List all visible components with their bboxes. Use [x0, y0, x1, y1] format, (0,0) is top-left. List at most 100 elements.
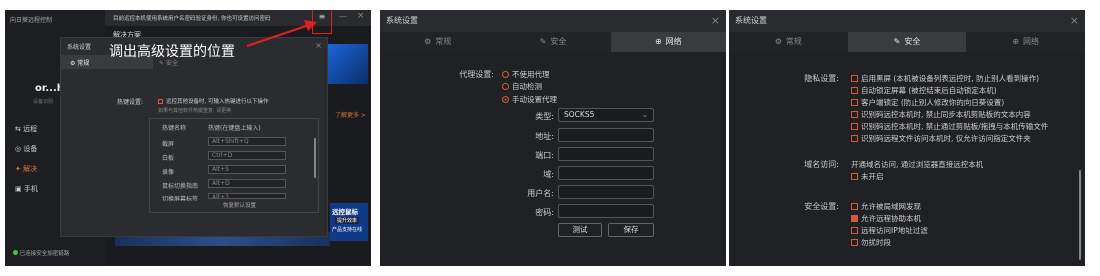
annotation-arrow [246, 20, 317, 48]
sidebar-item-remote[interactable]: ⇆ 远程 [15, 124, 37, 134]
tab-bar: ⚙ 常规 ✎ 安全 ⊕ 网络 [380, 32, 726, 52]
scrollbar[interactable] [314, 138, 316, 178]
hotkey-checkbox[interactable]: 远控其他设备时, 可输入热键进行以下操作 [158, 97, 269, 105]
checkbox-checked-icon [851, 215, 858, 222]
privacy-checkbox[interactable]: 识别码远程文件访问本机时, 仅允许访问指定文件夹 [851, 133, 1031, 144]
save-button[interactable]: 保存 [608, 223, 654, 237]
window-title: 系统设置 [386, 16, 418, 25]
shield-icon: ✎ [893, 37, 901, 46]
close-icon[interactable]: × [1070, 10, 1079, 32]
main-window-panel: 向日葵远程控制 or...hj 设备识别 ⇆ 远程 ◎ 设备 ✦ 解决 ▣ 手机… [5, 10, 371, 266]
hotkey-input[interactable]: Alt+Shift+Q [208, 137, 286, 146]
port-input[interactable] [558, 147, 654, 161]
security-settings-window: 系统设置 × ⚙ 常规 ✎ 安全 ⊕ 网络 隐私设置: 启用黑屏 (本机被设备列表远控时… [729, 10, 1085, 266]
privacy-checkbox[interactable]: 启用黑屏 (本机被设备列表远控时, 防止别人看到操作) [851, 73, 1039, 84]
domain-access-text: 开通域名访问, 通过浏览器直接远控本机 [851, 160, 984, 169]
privacy-checkbox[interactable]: 自动锁定屏幕 (被控结束后自动锁定本机) [851, 85, 997, 96]
sidebar-item-device[interactable]: ◎ 设备 [15, 144, 37, 154]
port-label: 端口: [535, 151, 554, 160]
privacy-label: 隐私设置: [804, 74, 839, 83]
tab-network[interactable]: ⊕ 网络 [966, 32, 1085, 52]
globe-icon: ⊕ [654, 37, 662, 46]
domain-input[interactable] [558, 166, 654, 180]
remote-icon: ⇆ [15, 125, 24, 133]
network-settings-window: 系统设置 × ⚙ 常规 ✎ 安全 ⊕ 网络 代理设置: 不使用代理 自动检测 手动设置代… [380, 10, 726, 266]
proxy-label: 代理设置: [459, 70, 494, 79]
checkbox-icon [851, 123, 858, 130]
solution-icon: ✦ [15, 165, 24, 173]
hotkey-name: 截屏 [162, 141, 175, 148]
address-label: 地址: [535, 132, 554, 141]
checkbox-icon [851, 227, 858, 234]
close-icon[interactable]: × [357, 11, 365, 21]
security-checkbox[interactable]: 勿扰时段 [851, 237, 891, 248]
dialog-title: 系统设置 [67, 44, 92, 51]
privacy-checkbox[interactable]: 识别码远控本机时, 禁止通过剪贴板/拖拽与本机传输文件 [851, 121, 1048, 132]
title-bar: 系统设置 × [380, 10, 726, 32]
hotkey-name: 切换屏幕标签 [162, 196, 199, 201]
shield-icon: ✎ [539, 37, 547, 46]
checkbox-icon [851, 239, 858, 246]
hotkey-input[interactable]: Ctrl+D [208, 151, 286, 160]
security-checkbox[interactable]: 允许远程协助本机 [851, 213, 921, 224]
domain-access-label: 域名访问: [804, 160, 839, 169]
tab-security[interactable]: ✎ 安全 [495, 32, 610, 52]
device-label: 设备识别 [33, 99, 54, 105]
checkbox-icon [851, 99, 858, 106]
gear-icon: ⚙ [774, 37, 782, 46]
hotkey-hint: 如果与其他软件热键重复, 请更换 [158, 108, 232, 114]
radio-auto-detect[interactable]: 自动检测 [502, 81, 542, 92]
username-label: 用户名: [527, 189, 554, 198]
security-checkbox[interactable]: 允许被局域网发现 [851, 201, 921, 212]
restore-defaults-button[interactable]: 恢复默认设置 [223, 201, 256, 209]
privacy-checkbox[interactable]: 识别码远控本机时, 禁止同步本机剪贴板的文本内容 [851, 109, 1031, 120]
checkbox-icon [851, 111, 858, 118]
domain-access-checkbox[interactable]: 未开启 [851, 171, 884, 182]
promo-title: 远控鼠标 [332, 208, 358, 216]
checkbox-icon [851, 203, 858, 210]
sidebar-item-mobile[interactable]: ▣ 手机 [15, 184, 38, 194]
sidebar-item-solution[interactable]: ✦ 解决 [15, 164, 37, 174]
radio-selected-icon [502, 96, 509, 103]
privacy-checkbox[interactable]: 客户端锁定 (防止别人修改你的向日葵设置) [851, 97, 1004, 108]
type-label: 类型: [535, 112, 554, 121]
hotkey-name: 鼠标切换指南 [162, 183, 199, 190]
domain-label: 域: [543, 170, 554, 179]
tab-network[interactable]: ⊕ 网络 [610, 32, 726, 52]
security-checkbox[interactable]: 远程访问IP地址过滤 [851, 225, 928, 236]
scrollbar[interactable] [1079, 170, 1081, 260]
username-input[interactable] [558, 185, 654, 199]
radio-manual-proxy[interactable]: 手动设置代理 [502, 94, 557, 105]
promo-subtitle: 产品支持在线 [332, 227, 363, 233]
hotkey-input[interactable]: Alt+S [208, 165, 286, 174]
globe-icon: ⊕ [1012, 37, 1020, 46]
tab-general[interactable]: ⚙ 常规 [380, 32, 495, 52]
learn-more-link[interactable]: 了解更多 > [335, 110, 366, 119]
table-header-name: 热键名称 [162, 125, 187, 132]
promo-graphic [328, 44, 368, 84]
hotkey-name: 白板 [162, 155, 175, 162]
minimize-icon[interactable]: — [339, 12, 347, 21]
radio-no-proxy[interactable]: 不使用代理 [502, 69, 550, 80]
hotkey-label: 热键设置: [117, 99, 144, 106]
table-header-key: 热键(在键盘上输入) [208, 125, 261, 132]
security-label: 安全设置: [804, 202, 839, 211]
address-input[interactable] [558, 128, 654, 142]
password-label: 密码: [535, 208, 554, 217]
close-icon[interactable]: × [711, 10, 720, 32]
password-input[interactable] [558, 204, 654, 218]
status-dot-icon [13, 250, 18, 255]
checkbox-icon [851, 135, 858, 142]
promo-button[interactable]: 提升效率 [335, 217, 360, 224]
gear-icon: ⚙ [424, 37, 432, 46]
test-button[interactable]: 测试 [558, 223, 602, 237]
tab-general[interactable]: ⚙ 常规 [729, 32, 848, 52]
title-bar: 系统设置 × [729, 10, 1085, 32]
tab-security[interactable]: ✎ 安全 [847, 32, 967, 52]
checkbox-icon [851, 173, 858, 180]
shield-icon: ✎ [159, 60, 166, 67]
proxy-type-select[interactable]: SOCKS5 ⌄ [558, 108, 654, 122]
hotkey-input[interactable]: Alt+3 [208, 193, 286, 199]
chevron-down-icon: ⌄ [641, 110, 648, 119]
hotkey-input[interactable]: Alt+D [208, 179, 286, 188]
